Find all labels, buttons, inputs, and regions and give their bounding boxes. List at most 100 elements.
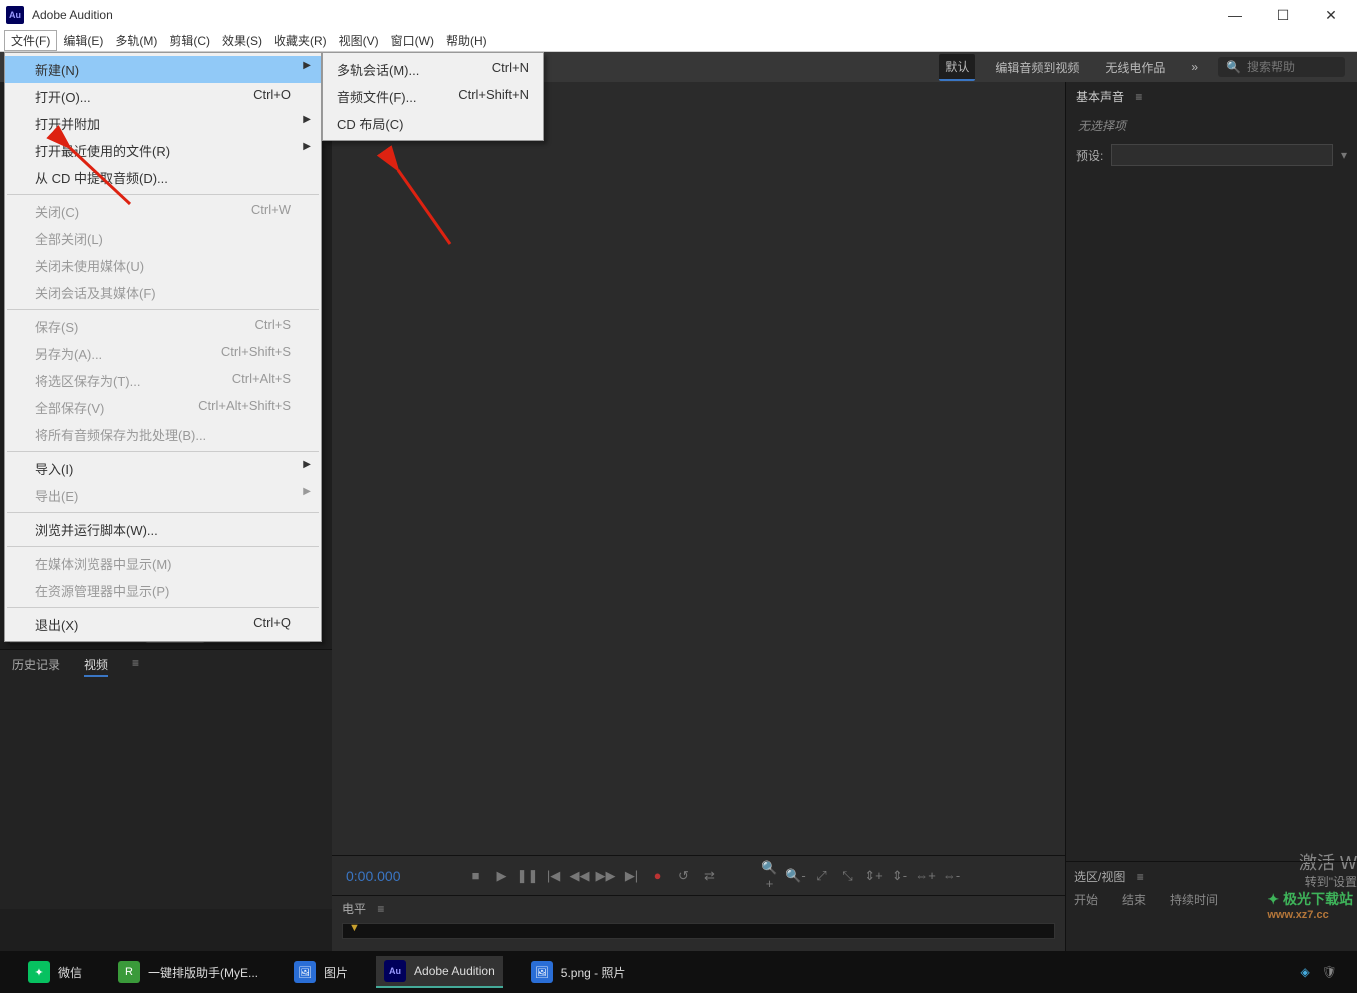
workspace-default[interactable]: 默认 <box>939 54 975 81</box>
go-start-button[interactable]: |◀ <box>543 868 565 884</box>
tray-shield-icon[interactable]: 🛡 <box>1322 965 1337 979</box>
file-menu-item[interactable]: 在媒体浏览器中显示(M) <box>5 550 321 577</box>
level-meter[interactable]: ▼ <box>342 923 1055 939</box>
file-menu-item[interactable]: 全部关闭(L) <box>5 225 321 252</box>
windows-taskbar: ✦微信 R一键排版助手(MyE... 🖼图片 AuAdobe Audition 🖼5.p… <box>0 951 1357 993</box>
history-panel: 历史记录 视频 ≡ <box>0 649 332 909</box>
skip-selection-button[interactable]: ⇄ <box>699 868 721 884</box>
taskbar-item[interactable]: 🖼图片 <box>286 957 356 987</box>
file-menu-item[interactable]: 关闭会话及其媒体(F) <box>5 279 321 306</box>
stop-button[interactable]: ■ <box>465 868 487 883</box>
search-icon: 🔍 <box>1226 60 1241 74</box>
help-search[interactable]: 🔍 <box>1218 57 1345 77</box>
menu-favorites[interactable]: 收藏夹(R) <box>268 30 333 51</box>
file-menu-item[interactable]: 在资源管理器中显示(P) <box>5 577 321 604</box>
file-menu-item[interactable]: 将选区保存为(T)...Ctrl+Alt+S <box>5 367 321 394</box>
forward-button[interactable]: ▶▶ <box>595 868 617 884</box>
zoom-in-icon[interactable]: 🔍+ <box>759 860 781 891</box>
menu-file[interactable]: 文件(F) <box>4 30 57 51</box>
file-menu-item[interactable]: 打开最近使用的文件(R)▶ <box>5 137 321 164</box>
app-title: Adobe Audition <box>32 8 1221 22</box>
new-submenu-item[interactable]: CD 布局(C) <box>323 110 543 137</box>
right-column: 基本声音 ≡ 无选择项 预设: ▾ 激活 W 转到"设置 选区/视图 ≡ 开始 … <box>1065 82 1357 951</box>
menu-help[interactable]: 帮助(H) <box>440 30 493 51</box>
taskbar-item[interactable]: AuAdobe Audition <box>376 956 503 988</box>
rewind-button[interactable]: ◀◀ <box>569 868 591 884</box>
preset-row: 预设: ▾ <box>1066 140 1357 170</box>
new-submenu-item[interactable]: 音频文件(F)...Ctrl+Shift+N <box>323 83 543 110</box>
workspace-radio[interactable]: 无线电作品 <box>1099 55 1171 80</box>
new-submenu: 多轨会话(M)...Ctrl+N音频文件(F)...Ctrl+Shift+NCD… <box>322 52 544 141</box>
file-menu-item[interactable]: 关闭未使用媒体(U) <box>5 252 321 279</box>
preset-dropdown[interactable] <box>1111 144 1333 166</box>
maximize-button[interactable]: ☐ <box>1269 4 1297 26</box>
submenu-arrow-icon: ▶ <box>303 60 311 71</box>
no-selection-label: 无选择项 <box>1066 111 1357 140</box>
workspace-edit-audio-to-video[interactable]: 编辑音频到视频 <box>989 55 1085 80</box>
file-menu-item[interactable]: 将所有音频保存为批处理(B)... <box>5 421 321 448</box>
submenu-arrow-icon: ▶ <box>303 459 311 470</box>
go-end-button[interactable]: ▶| <box>621 868 643 884</box>
new-submenu-item[interactable]: 多轨会话(M)...Ctrl+N <box>323 56 543 83</box>
menu-window[interactable]: 窗口(W) <box>385 30 440 51</box>
tab-video[interactable]: 视频 <box>84 656 108 677</box>
col-end: 结束 <box>1122 891 1146 908</box>
photos2-icon: 🖼 <box>531 961 553 983</box>
app1-icon: R <box>118 961 140 983</box>
editor-canvas[interactable] <box>332 82 1065 855</box>
submenu-arrow-icon: ▶ <box>303 486 311 497</box>
zoom-in-vert-icon[interactable]: ⇕+ <box>863 868 885 884</box>
menu-view[interactable]: 视图(V) <box>333 30 385 51</box>
menu-clip[interactable]: 剪辑(C) <box>163 30 216 51</box>
workspace-more[interactable]: » <box>1185 56 1204 78</box>
submenu-arrow-icon: ▶ <box>303 114 311 125</box>
levels-title: 电平 <box>342 902 366 916</box>
timecode[interactable]: 0:00.000 <box>346 868 401 884</box>
file-menu-dropdown: 新建(N)▶打开(O)...Ctrl+O打开并附加▶打开最近使用的文件(R)▶从… <box>4 52 322 642</box>
record-button[interactable]: ● <box>647 868 669 883</box>
file-menu-item[interactable]: 导出(E)▶ <box>5 482 321 509</box>
minimize-button[interactable]: — <box>1221 4 1249 26</box>
menu-multitrack[interactable]: 多轨(M) <box>109 30 163 51</box>
loop-button[interactable]: ↺ <box>673 868 695 884</box>
file-menu-item[interactable]: 关闭(C)Ctrl+W <box>5 198 321 225</box>
wechat-icon: ✦ <box>28 961 50 983</box>
file-menu-item[interactable]: 导入(I)▶ <box>5 455 321 482</box>
menu-effects[interactable]: 效果(S) <box>216 30 268 51</box>
panel-menu-icon[interactable]: ≡ <box>132 656 139 677</box>
file-menu-item[interactable]: 保存(S)Ctrl+S <box>5 313 321 340</box>
zoom-full-icon[interactable]: ⤢ <box>811 868 833 884</box>
help-search-input[interactable] <box>1247 60 1337 74</box>
close-button[interactable]: ✕ <box>1317 4 1345 26</box>
play-button[interactable]: ▶ <box>491 868 513 884</box>
panel-menu-icon[interactable]: ≡ <box>377 902 384 916</box>
preset-menu-icon[interactable]: ▾ <box>1341 148 1347 162</box>
title-bar: Au Adobe Audition — ☐ ✕ <box>0 0 1357 30</box>
tab-history[interactable]: 历史记录 <box>12 656 60 677</box>
taskbar-item[interactable]: ✦微信 <box>20 957 90 987</box>
transport-bar: 0:00.000 ■ ▶ ❚❚ |◀ ◀◀ ▶▶ ▶| ● ↺ ⇄ 🔍+ 🔍- … <box>332 855 1065 895</box>
panel-menu-icon[interactable]: ≡ <box>1135 90 1142 104</box>
zoom-out-icon[interactable]: 🔍- <box>785 868 807 884</box>
file-menu-item[interactable]: 退出(X)Ctrl+Q <box>5 611 321 638</box>
file-menu-item[interactable]: 打开并附加▶ <box>5 110 321 137</box>
taskbar-item[interactable]: R一键排版助手(MyE... <box>110 957 266 987</box>
file-menu-item[interactable]: 打开(O)...Ctrl+O <box>5 83 321 110</box>
tray-cube-icon[interactable]: ◈ <box>1301 965 1310 979</box>
pause-button[interactable]: ❚❚ <box>517 868 539 884</box>
zoom-in-time-icon[interactable]: ⇔+ <box>915 868 937 883</box>
zoom-out-vert-icon[interactable]: ⇕- <box>889 868 911 884</box>
file-menu-item[interactable]: 从 CD 中提取音频(D)... <box>5 164 321 191</box>
level-cursor-icon: ▼ <box>349 922 360 934</box>
zoom-sel-icon[interactable]: ⤡ <box>837 868 859 884</box>
file-menu-item[interactable]: 另存为(A)...Ctrl+Shift+S <box>5 340 321 367</box>
panel-menu-icon[interactable]: ≡ <box>1137 870 1144 884</box>
file-menu-item[interactable]: 浏览并运行脚本(W)... <box>5 516 321 543</box>
file-menu-item[interactable]: 全部保存(V)Ctrl+Alt+Shift+S <box>5 394 321 421</box>
file-menu-item[interactable]: 新建(N)▶ <box>5 56 321 83</box>
taskbar-item[interactable]: 🖼5.png - 照片 <box>523 957 634 987</box>
menu-edit[interactable]: 编辑(E) <box>57 30 109 51</box>
zoom-out-time-icon[interactable]: ⇔- <box>941 868 963 883</box>
audition-icon: Au <box>384 960 406 982</box>
app-icon: Au <box>6 6 24 24</box>
